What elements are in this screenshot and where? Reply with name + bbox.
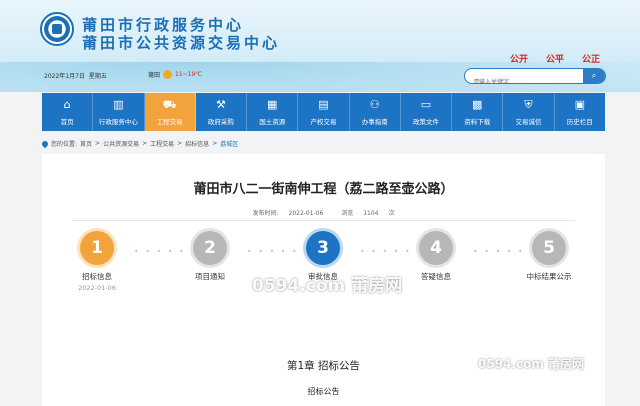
nav-item-property[interactable]: ▤ 产权交易: [298, 93, 350, 131]
step-label: 招标信息: [82, 272, 112, 281]
land-icon: ▦: [266, 97, 278, 111]
slogans: 公开 公平 公正: [510, 52, 600, 65]
nav-item-home[interactable]: ⌂ 首页: [42, 93, 94, 131]
slogan-2: 公平: [545, 55, 564, 65]
nav-label: 产权交易: [310, 117, 337, 126]
watermark: 0594.com 莆房网: [252, 276, 403, 296]
slogan-1: 公开: [509, 55, 528, 65]
step-4[interactable]: 4 答疑信息: [396, 231, 476, 282]
breadcrumb-link-home[interactable]: 首页: [80, 139, 92, 148]
people-icon: ⚇: [369, 97, 380, 111]
search-box: ⌕: [464, 68, 606, 84]
nav-item-history[interactable]: ▣ 历史栏目: [555, 93, 605, 131]
step-5[interactable]: 5 中标结果公示: [509, 231, 589, 282]
nav-item-admin-service[interactable]: ▥ 行政服务中心: [93, 93, 145, 131]
nav-label: 交易诚信: [515, 117, 542, 126]
search-input[interactable]: [465, 75, 585, 83]
views-info: 浏览 1104 次: [337, 210, 398, 217]
date-text: 2022年1月7日: [44, 73, 85, 80]
weather-city: 莆田: [148, 72, 161, 79]
breadcrumb-link-public-resource[interactable]: 公共资源交易: [103, 139, 139, 148]
nav-label: 政策文件: [412, 117, 439, 126]
grid-icon: ▩: [472, 97, 483, 111]
step-2[interactable]: 2 项目通知: [170, 231, 250, 282]
breadcrumb-sep: >: [177, 140, 183, 147]
file-icon: ▭: [420, 97, 432, 111]
breadcrumb-link-tender-info[interactable]: 招标信息: [185, 139, 209, 148]
step-number-badge: 5: [532, 231, 566, 265]
publish-info: 发布时间: 2022-01-06: [249, 210, 328, 217]
step-label: 中标结果公示: [526, 272, 572, 281]
document-icon: ▤: [318, 97, 329, 111]
location-pin-icon: [40, 139, 50, 148]
building-icon: ▥: [113, 97, 124, 111]
main-nav: ⌂ 首页 ▥ 行政服务中心 ⛟ 工程交易 ⚒ 政府采购 ▦ 国土资源 ▤ 产权交易 ⚇ 办事指…: [42, 93, 605, 131]
views-unit: 次: [388, 210, 395, 217]
breadcrumb-sep: >: [142, 140, 148, 147]
page-title: 莆田市八二一街南伸工程（荔二路至壶公路）: [193, 182, 454, 197]
nav-label: 工程交易: [156, 117, 183, 126]
step-number-badge: 1: [80, 231, 114, 265]
publish-date: 2022-01-06: [288, 210, 324, 217]
step-label: 答疑信息: [421, 272, 451, 281]
home-icon: ⌂: [63, 97, 71, 111]
step-number-badge: 4: [419, 231, 453, 265]
breadcrumb-sep: >: [95, 140, 101, 147]
breadcrumb-prefix: 您的位置:: [51, 141, 78, 148]
slogan-3: 公正: [581, 55, 600, 65]
breadcrumb: 您的位置: 首页 > 公共资源交易 > 工程交易 > 招标信息 > 荔城区: [40, 139, 238, 148]
step-1[interactable]: 1 招标信息 2022-01-06: [57, 231, 137, 292]
step-number-badge: 2: [193, 231, 227, 265]
logo-emblem-icon: [52, 24, 62, 34]
breadcrumb-sep: >: [212, 140, 218, 147]
watermark: 0594.com 莆房网: [478, 357, 584, 371]
divider: [72, 220, 575, 221]
nav-item-engineering[interactable]: ⛟ 工程交易: [144, 93, 196, 131]
nav-item-procurement[interactable]: ⚒ 政府采购: [196, 93, 248, 131]
search-icon: ⌕: [591, 71, 597, 80]
current-date: 2022年1月7日 星期五: [44, 71, 107, 80]
nav-label: 历史栏目: [566, 117, 593, 126]
breadcrumb-link-engineering[interactable]: 工程交易: [150, 139, 174, 148]
site-logo[interactable]: [40, 12, 74, 46]
nav-label: 国土资源: [259, 117, 286, 126]
nav-label: 行政服务中心: [98, 117, 138, 126]
nav-item-policy[interactable]: ▭ 政策文件: [401, 93, 453, 131]
weather-widget: 莆田 11~19℃: [148, 70, 202, 79]
nav-item-land[interactable]: ▦ 国土资源: [247, 93, 299, 131]
nav-label: 办事指南: [361, 117, 388, 126]
weather-temp: 11~19℃: [175, 71, 203, 78]
shield-icon: ⛨: [524, 97, 533, 111]
nav-item-guide[interactable]: ⚇ 办事指南: [350, 93, 401, 131]
step-date: 2022-01-06: [78, 284, 116, 292]
site-title-line2: 莆田市公共资源交易中心: [82, 34, 281, 52]
nav-label: 政府采购: [207, 117, 234, 126]
nav-item-download[interactable]: ▩ 资料下载: [452, 93, 504, 131]
sun-icon: [163, 70, 173, 79]
article-meta: 发布时间: 2022-01-06 浏览 1104 次: [42, 208, 605, 217]
cart-icon: ⛟: [162, 97, 177, 111]
section-heading: 招标公告: [307, 387, 340, 396]
nav-label: 资料下载: [464, 117, 491, 126]
views-count: 1104: [363, 210, 379, 217]
breadcrumb-current[interactable]: 荔城区: [220, 139, 238, 148]
search-button[interactable]: ⌕: [583, 69, 605, 83]
nav-label: 首页: [60, 117, 74, 126]
views-label: 浏览: [341, 210, 354, 217]
step-number-badge: 3: [306, 231, 340, 265]
nav-item-integrity[interactable]: ⛨ 交易诚信: [503, 93, 555, 131]
publish-label: 发布时间:: [252, 210, 279, 217]
step-label: 项目通知: [195, 272, 225, 281]
history-icon: ▣: [574, 97, 585, 111]
header-banner: 莆田市行政服务中心 莆田市公共资源交易中心 公开 公平 公正 2022年1月7日…: [0, 0, 640, 92]
weekday-text: 星期五: [88, 73, 107, 80]
gavel-icon: ⚒: [215, 97, 226, 111]
